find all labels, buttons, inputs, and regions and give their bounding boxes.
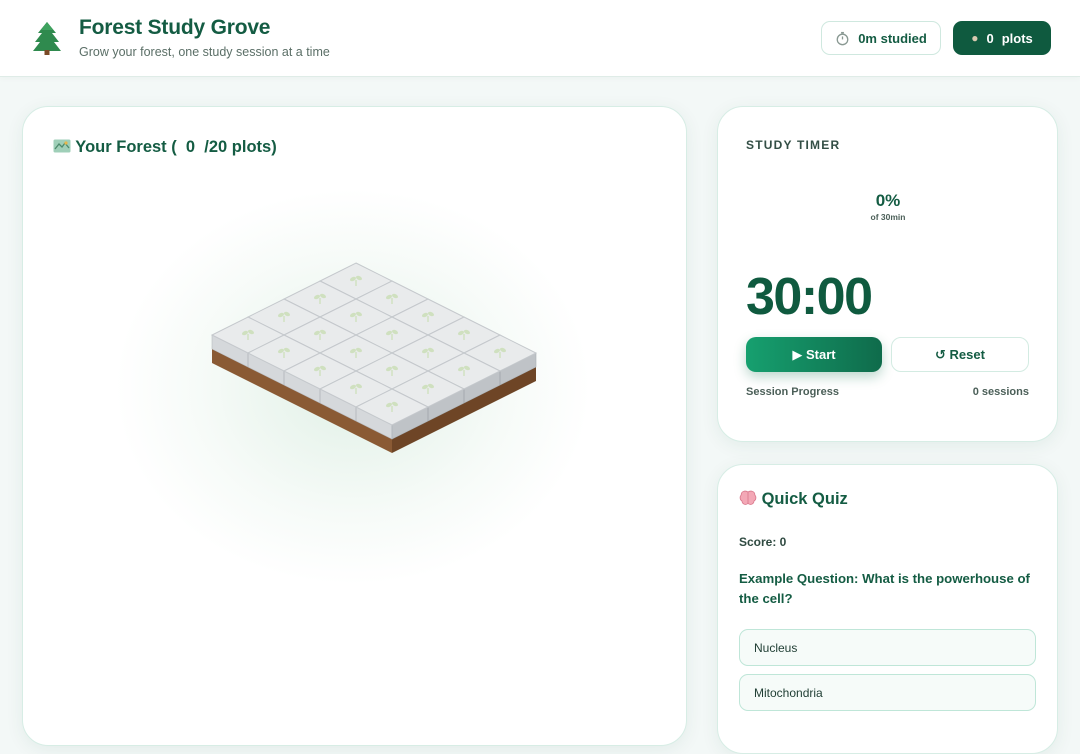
timer-percent: 0% [875,191,901,210]
brain-icon [739,490,757,505]
start-button[interactable]: ▶ Start [746,337,882,372]
app-header: Forest Study Grove Grow your forest, one… [0,0,1080,77]
stopwatch-icon [836,31,849,45]
session-progress-label: Session Progress [746,386,839,398]
plots-count: 0 [986,30,994,46]
timer-card: STUDY TIMER 0% of 30min 30:00 ▶ Start ↺ … [717,106,1058,442]
quiz-title: Quick Quiz [739,490,848,509]
app-subtitle: Grow your forest, one study session at a… [79,45,330,59]
quiz-score: Score: 0 [739,535,787,549]
plots-pill[interactable]: ● 0 plots [953,21,1051,55]
quiz-option[interactable]: Mitochondria [739,674,1036,711]
timer-display: 30:00 [746,268,873,326]
pine-tree-icon [33,22,61,55]
quiz-card: Quick Quiz Score: 0 Example Question: Wh… [717,464,1058,754]
quiz-title-text: Quick Quiz [761,490,848,508]
sessions-count: 0 sessions [972,386,1029,398]
forest-card: Your Forest ( 0 /20 plots) [22,106,687,746]
timer-label: STUDY TIMER [746,138,841,152]
app-title: Forest Study Grove [79,16,271,39]
forest-plot-grid [210,262,538,453]
studied-label: 0m studied [858,30,927,46]
quiz-option[interactable]: Nucleus [739,629,1036,666]
studied-pill[interactable]: 0m studied [821,21,941,55]
tree-icon: ● [971,31,979,45]
timer-percent-sub: of 30min [870,212,906,222]
quiz-question: Example Question: What is the powerhouse… [739,571,1030,606]
plots-label: plots [1001,30,1033,46]
reset-button[interactable]: ↺ Reset [891,337,1029,372]
